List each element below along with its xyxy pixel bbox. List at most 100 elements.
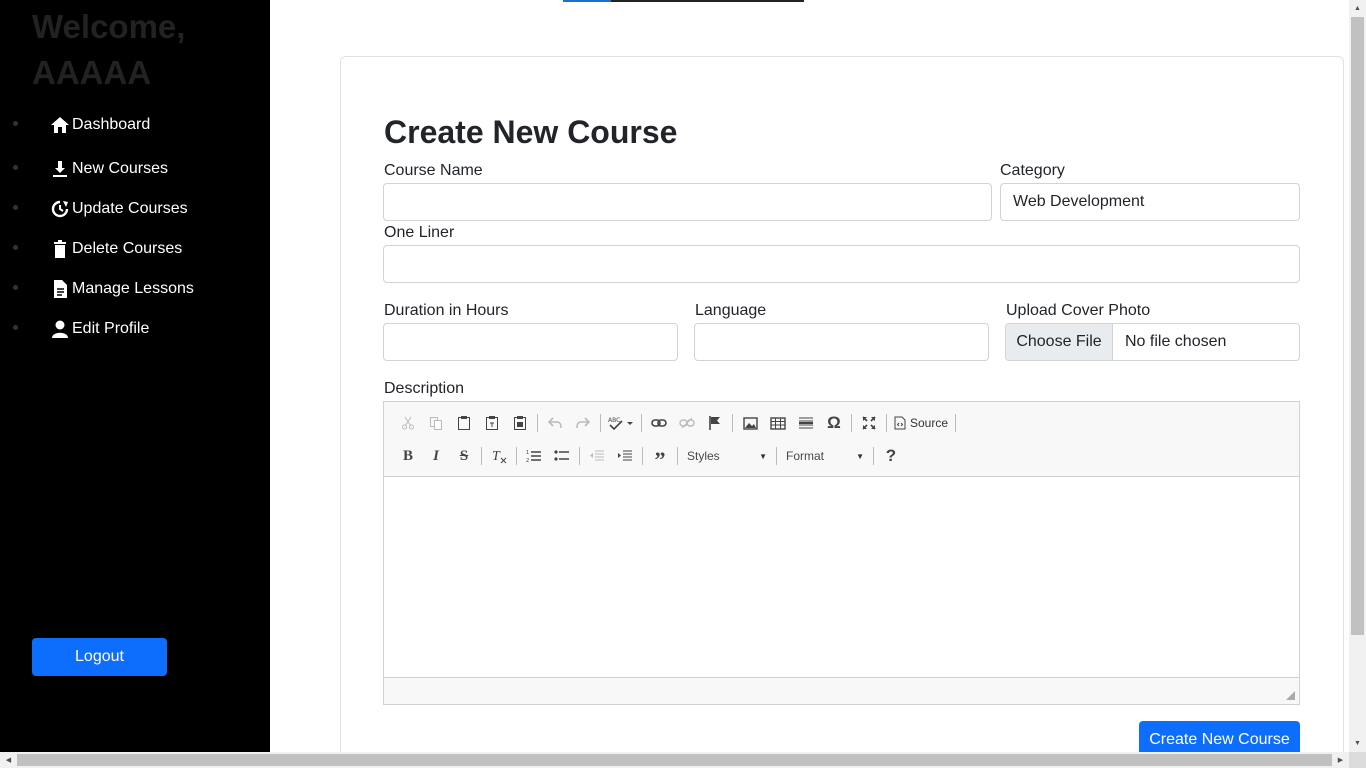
sidebar-item-label: Delete Courses bbox=[72, 240, 183, 257]
sidebar-item-dashboard[interactable]: Dashboard bbox=[0, 105, 270, 145]
language-input[interactable] bbox=[694, 323, 989, 361]
top-divider bbox=[563, 0, 804, 2]
format-dropdown[interactable]: Format ▼ bbox=[780, 444, 870, 468]
sidebar-item-manage-lessons[interactable]: Manage Lessons bbox=[0, 269, 270, 309]
copy-icon[interactable] bbox=[422, 410, 450, 436]
toolbar-separator bbox=[579, 447, 580, 465]
svg-text:1: 1 bbox=[526, 450, 529, 456]
styles-label: Styles bbox=[687, 449, 720, 463]
toolbar-separator bbox=[677, 447, 678, 465]
source-label: Source bbox=[910, 416, 949, 430]
outdent-icon[interactable] bbox=[583, 443, 611, 469]
strikethrough-icon[interactable]: S bbox=[450, 443, 478, 469]
scroll-right-icon[interactable]: ▶ bbox=[1332, 752, 1349, 768]
bullet bbox=[13, 245, 18, 250]
toolbar-row-2: B I S T 12 ” Styles ▼ Format ▼ ? bbox=[394, 442, 905, 472]
scroll-down-icon[interactable]: ▼ bbox=[1349, 735, 1366, 752]
toolbar-row-1: ABC Ω Source bbox=[394, 409, 959, 437]
scroll-left-icon[interactable]: ◀ bbox=[0, 752, 17, 768]
toolbar-separator bbox=[516, 447, 517, 465]
sidebar-item-label: Edit Profile bbox=[72, 320, 150, 337]
toolbar-separator bbox=[776, 447, 777, 465]
download-icon bbox=[53, 161, 67, 177]
svg-text:T: T bbox=[492, 449, 501, 464]
page-title: Create New Course bbox=[384, 114, 678, 150]
toolbar-separator bbox=[642, 447, 643, 465]
one-liner-label: One Liner bbox=[384, 224, 455, 241]
bullet bbox=[13, 165, 18, 170]
vertical-scrollbar[interactable]: ▲ ▼ bbox=[1349, 0, 1366, 752]
spellcheck-icon[interactable]: ABC bbox=[604, 410, 638, 436]
bold-icon[interactable]: B bbox=[394, 443, 422, 469]
source-button[interactable]: Source bbox=[890, 410, 952, 436]
toolbar-separator bbox=[955, 414, 957, 432]
choose-file-button[interactable]: Choose File bbox=[1006, 324, 1113, 360]
sidebar-item-delete-courses[interactable]: Delete Courses bbox=[0, 229, 270, 269]
trash-icon bbox=[54, 240, 66, 258]
help-icon[interactable]: ? bbox=[877, 443, 905, 469]
sidebar-item-label: Update Courses bbox=[72, 200, 188, 217]
scroll-up-icon[interactable]: ▲ bbox=[1349, 0, 1366, 17]
unlink-icon[interactable] bbox=[673, 410, 701, 436]
toolbar-separator bbox=[886, 414, 887, 432]
logout-button[interactable]: Logout bbox=[32, 638, 167, 676]
paste-text-icon[interactable] bbox=[478, 410, 506, 436]
table-icon[interactable] bbox=[764, 410, 792, 436]
toolbar-separator bbox=[641, 414, 642, 432]
editor-content-area[interactable] bbox=[384, 477, 1299, 678]
redo-icon[interactable] bbox=[569, 410, 597, 436]
horizontal-scroll-thumb[interactable] bbox=[17, 754, 1332, 766]
svg-text:ABC: ABC bbox=[608, 417, 620, 424]
italic-icon[interactable]: I bbox=[422, 443, 450, 469]
cut-icon[interactable] bbox=[394, 410, 422, 436]
vertical-scroll-thumb[interactable] bbox=[1351, 17, 1364, 635]
description-label: Description bbox=[384, 380, 465, 397]
toolbar-separator bbox=[600, 414, 601, 432]
maximize-icon[interactable] bbox=[855, 410, 883, 436]
welcome-heading: Welcome, AAAAA bbox=[32, 8, 186, 91]
paste-word-icon[interactable] bbox=[506, 410, 534, 436]
language-label: Language bbox=[695, 302, 767, 319]
cover-photo-file-input[interactable]: Choose File No file chosen bbox=[1005, 323, 1300, 361]
cover-photo-label: Upload Cover Photo bbox=[1006, 302, 1151, 319]
link-icon[interactable] bbox=[645, 410, 673, 436]
document-icon bbox=[54, 280, 67, 298]
duration-label: Duration in Hours bbox=[384, 302, 509, 319]
course-name-label: Course Name bbox=[384, 162, 483, 179]
undo-icon[interactable] bbox=[541, 410, 569, 436]
indent-icon[interactable] bbox=[611, 443, 639, 469]
sidebar-item-update-courses[interactable]: Update Courses bbox=[0, 189, 270, 229]
category-input[interactable]: Web Development bbox=[1000, 183, 1300, 221]
editor-status-bar bbox=[384, 677, 1299, 704]
source-icon bbox=[894, 416, 906, 430]
toolbar-separator bbox=[873, 447, 874, 465]
duration-input[interactable] bbox=[383, 323, 678, 361]
remove-format-icon[interactable]: T bbox=[485, 443, 513, 469]
description-editor: ABC Ω Source B I S T 12 ” Styles ▼ Forma… bbox=[383, 401, 1300, 705]
paste-icon[interactable] bbox=[450, 410, 478, 436]
numbered-list-icon[interactable]: 12 bbox=[520, 443, 548, 469]
course-name-input[interactable] bbox=[383, 183, 992, 221]
toolbar-separator bbox=[732, 414, 733, 432]
toolbar-separator bbox=[851, 414, 852, 432]
blockquote-icon[interactable]: ” bbox=[646, 443, 674, 472]
anchor-flag-icon[interactable] bbox=[701, 410, 729, 436]
styles-dropdown[interactable]: Styles ▼ bbox=[681, 444, 773, 468]
editor-toolbar: ABC Ω Source B I S T 12 ” Styles ▼ Forma… bbox=[384, 402, 1299, 477]
sidebar-item-new-courses[interactable]: New Courses bbox=[0, 149, 270, 189]
chevron-down-icon: ▼ bbox=[759, 451, 767, 461]
special-char-icon[interactable]: Ω bbox=[820, 410, 848, 436]
bullet bbox=[13, 285, 18, 290]
bullet bbox=[13, 205, 18, 210]
scrollbar-corner bbox=[1349, 752, 1366, 768]
horizontal-line-icon[interactable] bbox=[792, 410, 820, 436]
one-liner-input[interactable] bbox=[383, 245, 1300, 283]
bulleted-list-icon[interactable] bbox=[548, 443, 576, 469]
horizontal-scrollbar[interactable]: ◀ ▶ bbox=[0, 752, 1366, 768]
image-icon[interactable] bbox=[736, 410, 764, 436]
file-status: No file chosen bbox=[1125, 333, 1227, 350]
sidebar-item-label: New Courses bbox=[72, 160, 169, 177]
sidebar-item-edit-profile[interactable]: Edit Profile bbox=[0, 309, 270, 349]
svg-text:2: 2 bbox=[526, 458, 529, 463]
resize-handle-icon[interactable] bbox=[1286, 691, 1295, 700]
